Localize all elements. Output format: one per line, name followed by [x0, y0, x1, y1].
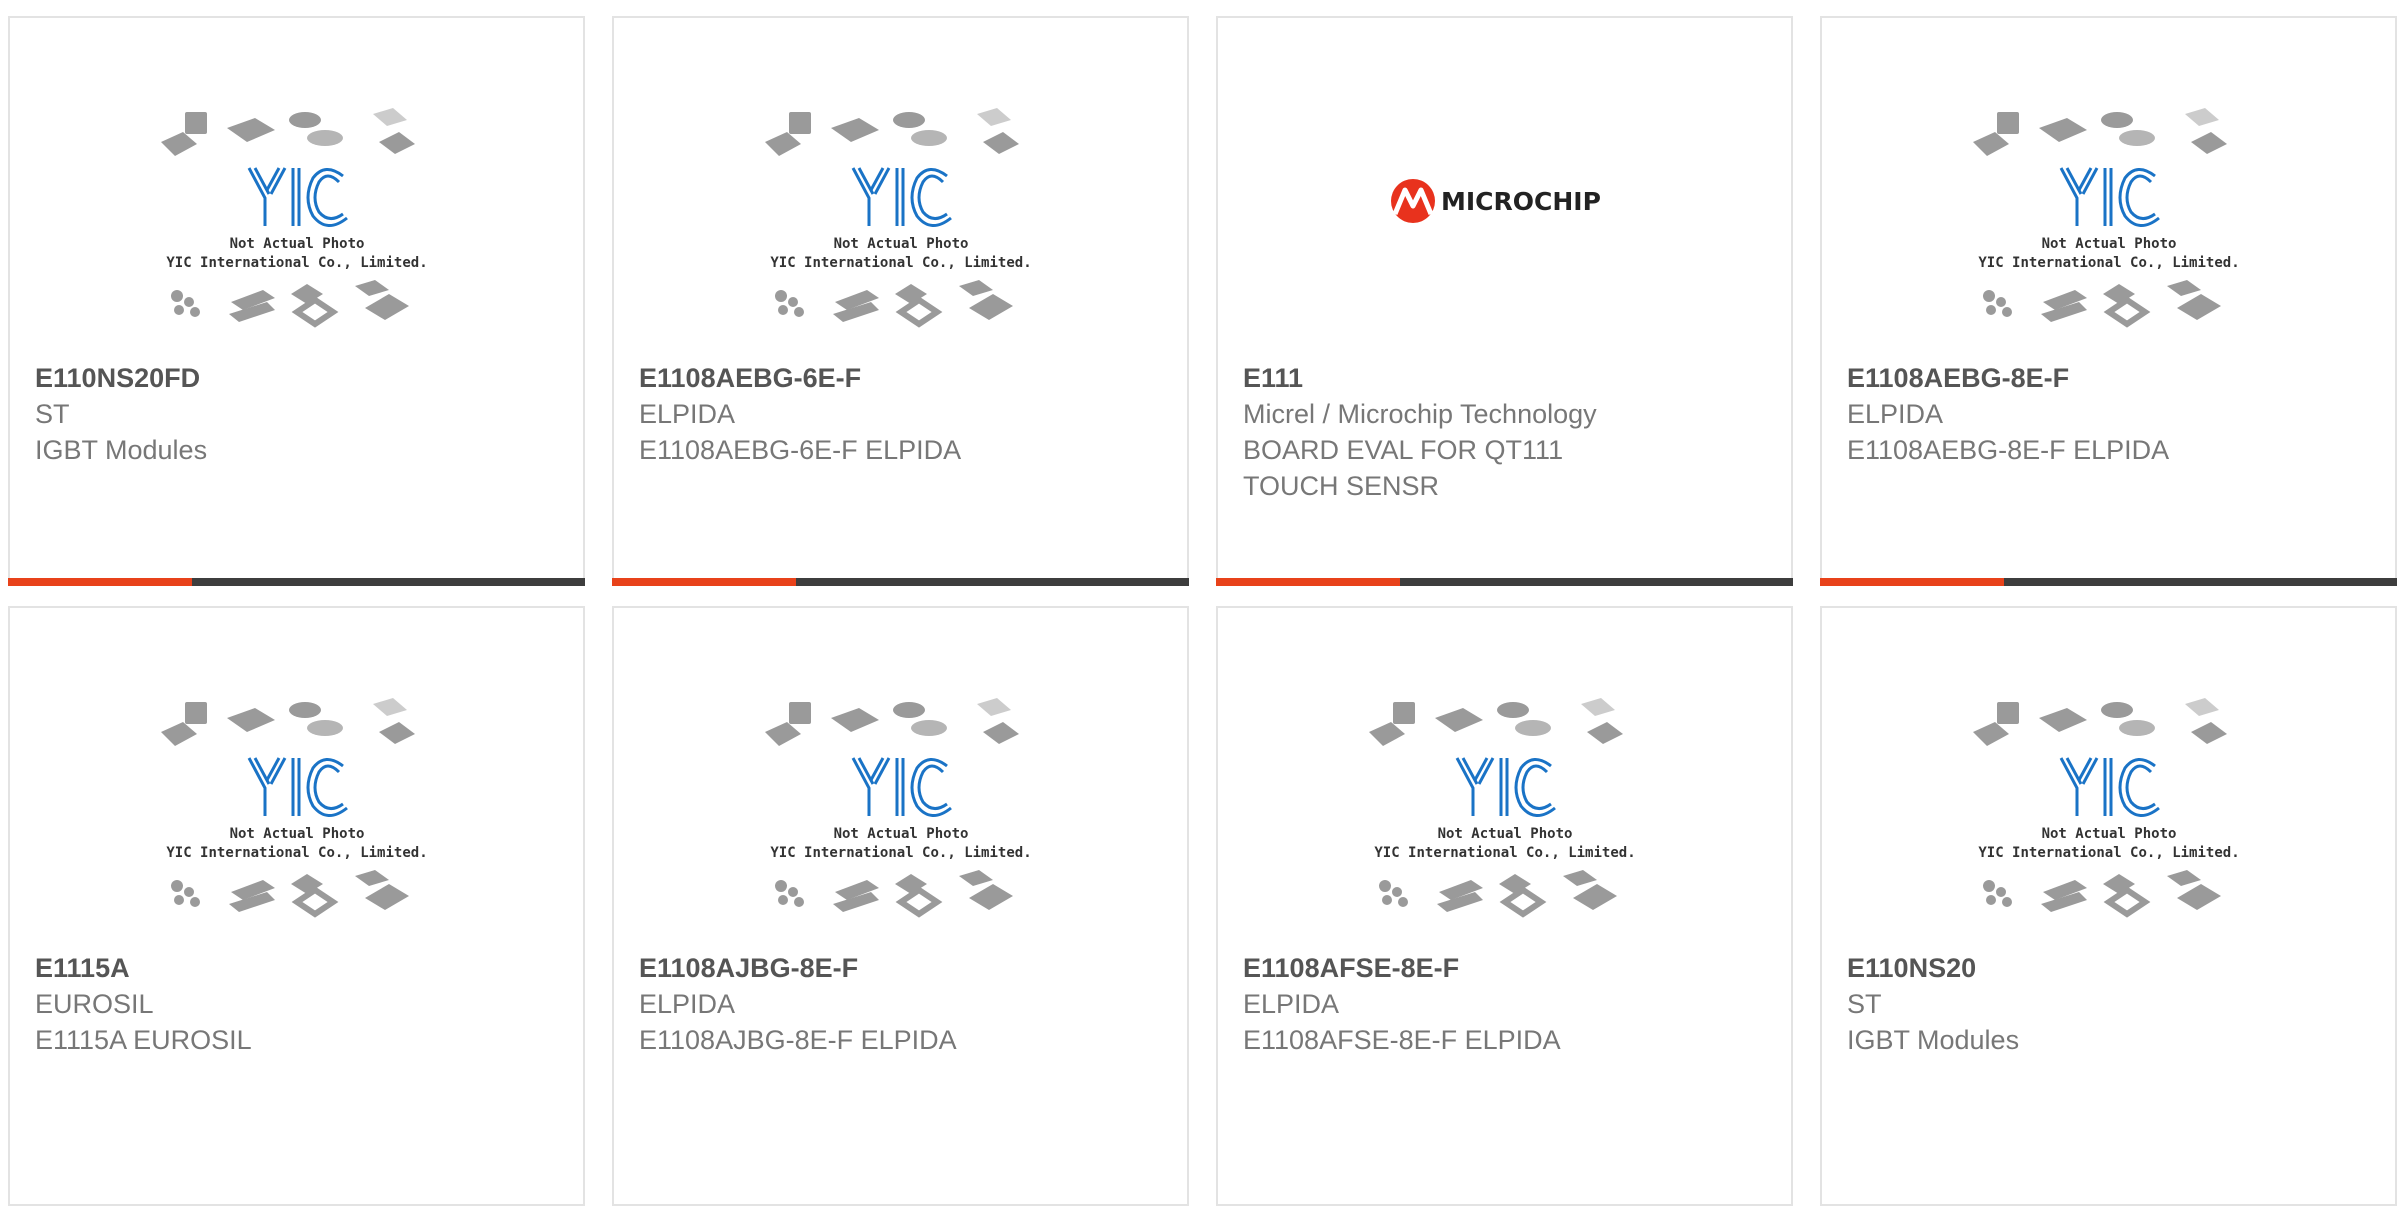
product-description: IGBT Modules [1847, 1025, 2020, 1055]
card-bottom-bar [1216, 578, 1793, 586]
product-image[interactable]: Not Actual Photo YIC International Co., … [10, 688, 583, 958]
yic-placeholder-image: Not Actual Photo YIC International Co., … [764, 698, 1031, 918]
product-info: E1108AFSE-8E-F ELPIDA E1108AFSE-8E-F ELP… [1243, 950, 1771, 1058]
product-card[interactable]: Not Actual Photo YIC International Co., … [612, 606, 1189, 1206]
placeholder-line2: YIC International Co., Limited. [166, 845, 427, 861]
card-bottom-bar [612, 578, 1189, 586]
placeholder-line2: YIC International Co., Limited. [770, 255, 1031, 271]
placeholder-line2: YIC International Co., Limited. [1374, 845, 1635, 861]
product-description: IGBT Modules [35, 435, 208, 465]
product-description: E1108AEBG-8E-F ELPIDA [1847, 435, 2170, 465]
product-info: E110NS20FD ST IGBT Modules [35, 360, 563, 468]
product-description: BOARD EVAL FOR QT111 TOUCH SENSR [1243, 435, 1564, 501]
card-accent-bar [612, 578, 796, 586]
card-accent-bar [1820, 578, 2004, 586]
product-info: E1108AEBG-8E-F ELPIDA E1108AEBG-8E-F ELP… [1847, 360, 2375, 468]
product-info: E1108AJBG-8E-F ELPIDA E1108AJBG-8E-F ELP… [639, 950, 1167, 1058]
product-info: E1115A EUROSIL E1115A EUROSIL [35, 950, 563, 1058]
product-card[interactable]: Not Actual Photo YIC International Co., … [8, 16, 585, 586]
placeholder-line2: YIC International Co., Limited. [166, 255, 427, 271]
part-number[interactable]: E110NS20FD [35, 360, 563, 396]
part-number[interactable]: E110NS20 [1847, 950, 2375, 986]
placeholder-line1: Not Actual Photo [229, 236, 364, 252]
manufacturer: ELPIDA [1243, 989, 1340, 1019]
product-description: E1108AEBG-6E-F ELPIDA [639, 435, 962, 465]
part-number[interactable]: E1108AEBG-8E-F [1847, 360, 2375, 396]
product-description: E1108AJBG-8E-F ELPIDA [639, 1025, 957, 1055]
part-number[interactable]: E1108AFSE-8E-F [1243, 950, 1771, 986]
manufacturer: ELPIDA [1847, 399, 1944, 429]
manufacturer: ST [1847, 989, 1882, 1019]
card-accent-bar [1216, 578, 1400, 586]
placeholder-line1: Not Actual Photo [229, 826, 364, 842]
placeholder-line2: YIC International Co., Limited. [770, 845, 1031, 861]
product-image[interactable]: Not Actual Photo YIC International Co., … [1822, 688, 2395, 958]
product-card[interactable]: Not Actual Photo YIC International Co., … [1216, 606, 1793, 1206]
product-description: E1108AFSE-8E-F ELPIDA [1243, 1025, 1561, 1055]
manufacturer: ELPIDA [639, 989, 736, 1019]
card-bottom-bar [8, 578, 585, 586]
yic-placeholder-image: Not Actual Photo YIC International Co., … [160, 108, 427, 328]
placeholder-line1: Not Actual Photo [833, 826, 968, 842]
placeholder-line1: Not Actual Photo [1437, 826, 1572, 842]
manufacturer: ELPIDA [639, 399, 736, 429]
part-number[interactable]: E111 [1243, 360, 1771, 396]
product-card[interactable]: Not Actual Photo YIC International Co., … [1820, 606, 2397, 1206]
product-image[interactable]: MICROCHIP [1218, 98, 1791, 368]
part-number[interactable]: E1115A [35, 950, 563, 986]
product-image[interactable]: Not Actual Photo YIC International Co., … [614, 688, 1187, 958]
manufacturer: Micrel / Microchip Technology [1243, 399, 1597, 429]
card-accent-bar [8, 578, 192, 586]
manufacturer: ST [35, 399, 70, 429]
product-card[interactable]: Not Actual Photo YIC International Co., … [8, 606, 585, 1206]
placeholder-line1: Not Actual Photo [833, 236, 968, 252]
product-image[interactable]: Not Actual Photo YIC International Co., … [1218, 688, 1791, 958]
product-image[interactable]: Not Actual Photo YIC International Co., … [614, 98, 1187, 368]
product-info: E111 Micrel / Microchip Technology BOARD… [1243, 360, 1771, 504]
product-card[interactable]: Not Actual Photo YIC International Co., … [1820, 16, 2397, 586]
card-bottom-bar [1820, 578, 2397, 586]
microchip-logo: MICROCHIP [1390, 179, 1601, 223]
product-description: E1115A EUROSIL [35, 1025, 252, 1055]
placeholder-line1: Not Actual Photo [2041, 826, 2176, 842]
yic-placeholder-image: Not Actual Photo YIC International Co., … [1972, 698, 2239, 918]
product-image[interactable]: Not Actual Photo YIC International Co., … [1822, 98, 2395, 368]
yic-placeholder-image: Not Actual Photo YIC International Co., … [764, 108, 1031, 328]
placeholder-line2: YIC International Co., Limited. [1978, 845, 2239, 861]
yic-placeholder-image: Not Actual Photo YIC International Co., … [160, 698, 427, 918]
part-number[interactable]: E1108AEBG-6E-F [639, 360, 1167, 396]
product-info: E110NS20 ST IGBT Modules [1847, 950, 2375, 1058]
part-number[interactable]: E1108AJBG-8E-F [639, 950, 1167, 986]
product-info: E1108AEBG-6E-F ELPIDA E1108AEBG-6E-F ELP… [639, 360, 1167, 468]
placeholder-line1: Not Actual Photo [2041, 236, 2176, 252]
product-card[interactable]: MICROCHIP E111 Micrel / Microchip Techno… [1216, 16, 1793, 586]
yic-placeholder-image: Not Actual Photo YIC International Co., … [1368, 698, 1635, 918]
manufacturer: EUROSIL [35, 989, 154, 1019]
placeholder-line2: YIC International Co., Limited. [1978, 255, 2239, 271]
product-card[interactable]: Not Actual Photo YIC International Co., … [612, 16, 1189, 586]
yic-placeholder-image: Not Actual Photo YIC International Co., … [1972, 108, 2239, 328]
microchip-logo-text: MICROCHIP [1441, 187, 1601, 216]
product-image[interactable]: Not Actual Photo YIC International Co., … [10, 98, 583, 368]
